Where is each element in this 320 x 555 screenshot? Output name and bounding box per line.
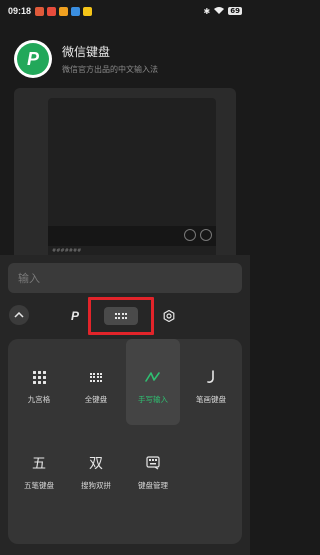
item-label: 五笔键盘 <box>24 481 54 490</box>
nine-grid-icon <box>32 370 46 384</box>
battery-indicator: 69 <box>228 7 242 15</box>
logo-button[interactable]: P <box>66 307 84 325</box>
wifi-icon <box>214 6 225 16</box>
app-logo: P <box>14 40 52 78</box>
item-label: 全键盘 <box>84 395 108 404</box>
keyboard-preview: ####### QWERTYUIOP ASDFGHJKL <box>14 88 236 268</box>
keyboard-type-full[interactable]: 全键盘 <box>69 366 123 405</box>
keyboard-toolbar: P <box>0 297 250 335</box>
keyboard-type-panel: 九宫格 全键盘 手写输入 笔画键盘 五 五笔键盘 双 搜狗双拼 键盘管理 <box>8 339 242 544</box>
keyboard-type-stroke[interactable]: 笔画键盘 <box>184 366 238 405</box>
collapse-button[interactable] <box>9 305 29 325</box>
preview-screen: ####### QWERTYUIOP ASDFGHJKL <box>48 98 216 268</box>
keyboard-type-wubi[interactable]: 五 五笔键盘 <box>12 452 66 491</box>
highlight-box <box>88 297 154 335</box>
keyboard-type-handwriting[interactable]: 手写输入 <box>126 339 180 425</box>
emoji-icon <box>184 229 196 241</box>
status-right: ✱ 69 <box>204 6 242 16</box>
keyboard-icon <box>114 313 128 319</box>
item-label: 手写输入 <box>138 395 168 404</box>
keyboard-type-nine-grid[interactable]: 九宫格 <box>12 366 66 405</box>
settings-icon <box>163 310 175 322</box>
shuangpin-icon: 双 <box>89 456 103 472</box>
wubi-icon: 五 <box>32 456 46 472</box>
chevron-up-icon <box>14 312 24 318</box>
keyboard-switch-button[interactable] <box>104 307 138 325</box>
keyboard-management[interactable]: 键盘管理 <box>126 452 180 491</box>
handwriting-icon <box>145 372 160 382</box>
text-input[interactable]: 输入 <box>8 263 242 293</box>
bluetooth-icon: ✱ <box>203 6 211 16</box>
item-label: 九宫格 <box>27 395 51 404</box>
keyboard-manage-icon <box>146 456 160 470</box>
item-label: 搜狗双拼 <box>81 481 111 490</box>
app-header: P 微信键盘 微信官方出品的中文输入法 <box>14 40 158 78</box>
item-label: 笔画键盘 <box>196 395 226 404</box>
app-notification-icon <box>83 6 93 16</box>
sogou-logo-icon: P <box>70 309 79 323</box>
keyboard-type-shuangpin[interactable]: 双 搜狗双拼 <box>69 452 123 491</box>
status-bar: 09:18 ✱ 69 <box>0 0 250 22</box>
status-time: 09:18 <box>8 6 32 16</box>
app-notification-icon <box>71 6 81 16</box>
app-title: 微信键盘 <box>62 45 111 59</box>
app-notification-icon <box>59 6 69 16</box>
app-subtitle: 微信官方出品的中文输入法 <box>62 65 158 74</box>
app-notification-icon <box>47 6 57 16</box>
full-keyboard-icon <box>89 372 103 382</box>
item-label: 键盘管理 <box>138 481 168 490</box>
app-notification-icon <box>35 6 45 16</box>
add-icon <box>200 229 212 241</box>
settings-button[interactable] <box>160 307 178 325</box>
stroke-icon <box>207 370 214 383</box>
notification-icons <box>35 6 93 16</box>
keyboard-overlay: 输入 P 九宫格 全键盘 手写输入 笔画键盘 五 五笔键盘 双 搜狗双拼 键盘管… <box>0 255 250 555</box>
app-logo-mark: P <box>17 43 49 75</box>
